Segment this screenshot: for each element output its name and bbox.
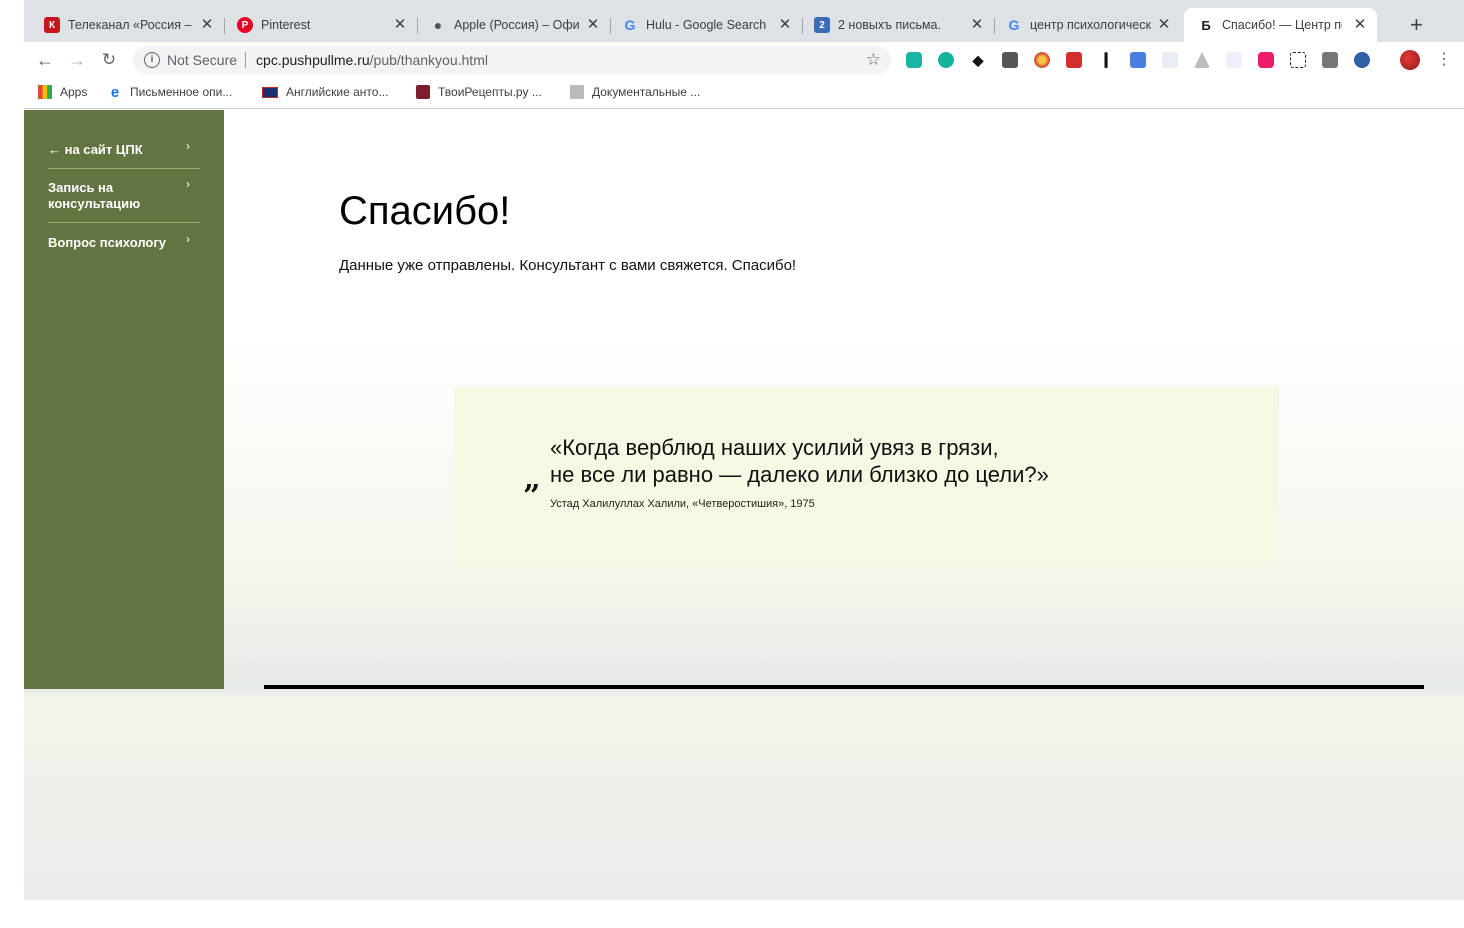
uk-flag-icon bbox=[262, 86, 278, 98]
sidebar-item-booking[interactable]: Запись на консультацию › bbox=[48, 177, 190, 212]
tab-pinterest[interactable]: P Pinterest ✕ bbox=[217, 8, 418, 42]
bookmark-label: Документальные ... bbox=[592, 85, 701, 99]
google-favicon-icon: G bbox=[624, 17, 636, 33]
document-icon bbox=[570, 85, 584, 99]
tab-title: 2 новыхъ письма. bbox=[838, 18, 941, 32]
sidebar-divider bbox=[48, 168, 200, 169]
sidebar-item-question[interactable]: Вопрос психологу › bbox=[48, 232, 200, 251]
tab-apple[interactable]: ● Apple (Россия) – Офи ✕ bbox=[410, 8, 611, 42]
extension-icon[interactable] bbox=[1002, 52, 1018, 68]
tab-title: Телеканал «Россия – bbox=[68, 18, 192, 32]
apps-grid-icon bbox=[38, 85, 52, 99]
close-icon[interactable]: ✕ bbox=[584, 16, 602, 34]
bookmark-star-icon[interactable]: ☆ bbox=[866, 50, 881, 70]
bookmarks-bar: Apps e Письменное опи... Английские анто… bbox=[24, 78, 1464, 109]
extension-icon[interactable] bbox=[938, 52, 954, 68]
bookmark-item[interactable]: e Письменное опи... bbox=[108, 83, 233, 101]
extension-icon[interactable] bbox=[1226, 52, 1242, 68]
mail-favicon-icon: 2 bbox=[814, 17, 830, 33]
bookmark-item[interactable]: Английские анто... bbox=[262, 84, 388, 100]
e-icon: e bbox=[110, 83, 120, 101]
address-bar[interactable]: i Not Secure cpc.pushpullme.ru/pub/thank… bbox=[133, 46, 891, 74]
info-icon[interactable]: i bbox=[144, 52, 160, 68]
page-content: ← на сайт ЦПК › Запись на консультацию ›… bbox=[24, 110, 1464, 900]
sidebar-item-back-to-site[interactable]: ← на сайт ЦПК › bbox=[48, 139, 200, 158]
bookmark-item[interactable]: ТвоиРецепты.ру ... bbox=[416, 84, 542, 100]
chevron-right-icon: › bbox=[186, 177, 190, 191]
quote-author: Устад Халилуллах Халили, «Четверостишия»… bbox=[550, 498, 815, 510]
sidebar-item-label: Вопрос психологу bbox=[48, 235, 167, 250]
close-icon[interactable]: ✕ bbox=[968, 16, 986, 34]
pinterest-favicon-icon: P bbox=[237, 17, 253, 33]
tab-mail[interactable]: 2 2 новыхъ письма. ✕ bbox=[794, 8, 995, 42]
quote-text: «Когда верблюд наших усилий увяз в грязи… bbox=[550, 434, 1049, 488]
bookmark-apps[interactable]: Apps bbox=[38, 84, 87, 100]
site-favicon-icon: Б bbox=[1201, 17, 1211, 33]
tab-russia[interactable]: К Телеканал «Россия – ✕ bbox=[24, 8, 225, 42]
sidebar-item-label: ← на сайт ЦПК bbox=[48, 142, 143, 157]
tab-strip: К Телеканал «Россия – ✕ P Pinterest ✕ ● … bbox=[24, 0, 1464, 42]
reload-icon[interactable]: ↻ bbox=[98, 49, 120, 71]
extension-icon[interactable] bbox=[1034, 52, 1050, 68]
tab-title: центр психологическ bbox=[1030, 18, 1151, 32]
extension-icon[interactable] bbox=[1258, 52, 1274, 68]
extension-icon[interactable] bbox=[1290, 52, 1306, 68]
page-title: Спасибо! bbox=[339, 189, 511, 233]
google-favicon-icon: G bbox=[1008, 17, 1020, 33]
chevron-right-icon: › bbox=[186, 139, 190, 153]
browser-toolbar: ← → ↻ i Not Secure cpc.pushpullme.ru/pub… bbox=[24, 42, 1464, 78]
tab-title: Apple (Россия) – Офи bbox=[454, 18, 580, 32]
confirmation-message: Данные уже отправлены. Консультант с вам… bbox=[339, 257, 797, 274]
recipe-icon bbox=[416, 85, 430, 99]
quote-line: «Когда верблюд наших усилий увяз в грязи… bbox=[550, 435, 999, 460]
url-path: /pub/thankyou.html bbox=[369, 52, 488, 68]
close-icon[interactable]: ✕ bbox=[1155, 16, 1173, 34]
bookmark-label: Письменное опи... bbox=[130, 85, 233, 99]
bookmark-label: ТвоиРецепты.ру ... bbox=[438, 85, 542, 99]
tab-title: Спасибо! — Центр пс bbox=[1222, 18, 1342, 32]
extension-icon[interactable] bbox=[906, 52, 922, 68]
browser-menu-icon[interactable]: ⋮ bbox=[1436, 50, 1452, 70]
tab-title: Pinterest bbox=[261, 18, 311, 32]
close-icon[interactable]: ✕ bbox=[776, 16, 794, 34]
tab-psych-search[interactable]: G центр психологическ ✕ bbox=[986, 8, 1181, 42]
tab-hulu-search[interactable]: G Hulu - Google Search ✕ bbox=[602, 8, 803, 42]
camera-icon[interactable] bbox=[1322, 52, 1338, 68]
new-tab-plus-icon[interactable]: + bbox=[1410, 14, 1423, 36]
quote-line: не все ли равно — далеко или близко до ц… bbox=[550, 462, 1049, 487]
extension-icon[interactable] bbox=[1194, 52, 1210, 68]
close-icon[interactable]: ✕ bbox=[391, 16, 409, 34]
quote-block: ” «Когда верблюд наших усилий увяз в гря… bbox=[454, 387, 1279, 566]
sidebar-item-label: Запись на консультацию bbox=[48, 180, 141, 211]
bookmark-item[interactable]: Документальные ... bbox=[570, 84, 700, 100]
back-arrow-icon[interactable]: ← bbox=[34, 49, 56, 71]
extension-icon[interactable]: ◆ bbox=[970, 52, 986, 68]
url-host: cpc.pushpullme.ru bbox=[256, 52, 370, 68]
tab-title: Hulu - Google Search bbox=[646, 18, 767, 32]
chevron-right-icon: › bbox=[186, 232, 190, 246]
extension-icon[interactable]: ❙ bbox=[1098, 52, 1114, 68]
profile-avatar[interactable] bbox=[1400, 50, 1420, 70]
tab-thankyou-active[interactable]: Б Спасибо! — Центр пс ✕ bbox=[1184, 8, 1377, 42]
bookmark-label: Английские анто... bbox=[286, 85, 389, 99]
security-label: Not Secure bbox=[167, 52, 238, 68]
sidebar: ← на сайт ЦПК › Запись на консультацию ›… bbox=[24, 110, 224, 689]
close-icon[interactable]: ✕ bbox=[1351, 16, 1369, 34]
bookmark-label: Apps bbox=[60, 85, 88, 99]
apple-favicon-icon: ● bbox=[433, 17, 443, 33]
sidebar-divider bbox=[48, 222, 200, 223]
address-divider bbox=[245, 52, 247, 68]
extension-icon[interactable] bbox=[1130, 52, 1146, 68]
extension-icon[interactable] bbox=[1354, 52, 1370, 68]
quote-mark-icon: ” bbox=[523, 479, 541, 514]
footer-divider bbox=[264, 685, 1424, 689]
forward-arrow-icon[interactable]: → bbox=[66, 49, 88, 71]
russia-tv-favicon-icon: К bbox=[44, 17, 60, 33]
extension-icon[interactable] bbox=[1066, 52, 1082, 68]
close-icon[interactable]: ✕ bbox=[198, 16, 216, 34]
extension-icon[interactable] bbox=[1162, 52, 1178, 68]
